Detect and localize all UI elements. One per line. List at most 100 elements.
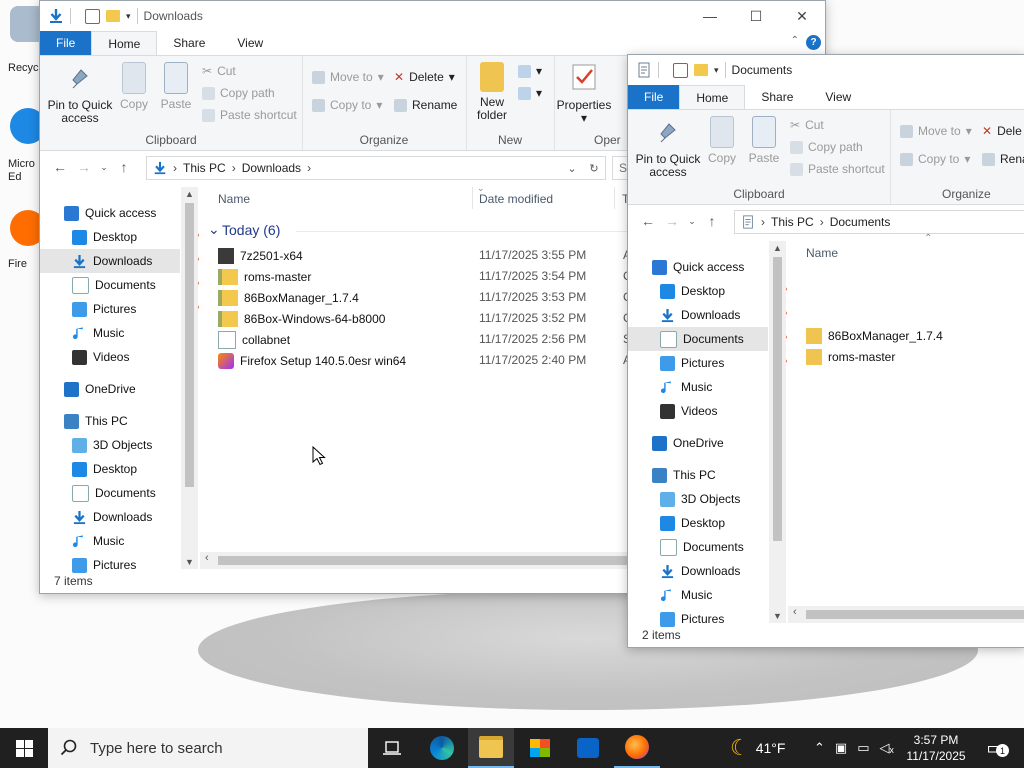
nav-item-music[interactable]: Music [40, 321, 180, 345]
task-view-button[interactable] [370, 728, 414, 768]
customize-dropdown-icon[interactable]: ▾ [714, 65, 719, 76]
scrollbar-thumb[interactable] [218, 556, 638, 565]
customize-dropdown-icon[interactable]: ▾ [126, 11, 131, 22]
nav-item-documents[interactable]: Documents📌 [40, 273, 200, 297]
paste-button[interactable]: Paste [156, 62, 196, 111]
nav-item-documents[interactable]: Documents [40, 481, 180, 505]
tab-share[interactable]: Share [745, 85, 809, 109]
nav-item-3d-objects[interactable]: 3D Objects [40, 433, 180, 457]
scroll-down-icon[interactable]: ▼ [769, 611, 786, 621]
copy-path-button[interactable]: Copy path [790, 140, 863, 154]
tab-file[interactable]: File [628, 85, 680, 109]
nav-item-desktop[interactable]: Desktop [40, 457, 180, 481]
file-row[interactable]: collabnet [218, 329, 290, 350]
taskbar-outlook[interactable] [566, 728, 610, 768]
nav-item-pictures[interactable]: Pictures📌 [628, 351, 788, 375]
nav-item-music[interactable]: Music [40, 529, 180, 553]
nav-item-music[interactable]: Music [628, 375, 768, 399]
scroll-up-icon[interactable]: ▲ [181, 189, 198, 199]
file-row[interactable]: roms-master [806, 346, 895, 367]
properties-check-icon[interactable] [673, 62, 688, 78]
title-bar[interactable]: ▾ Downloads — ☐ ✕ [40, 1, 825, 31]
file-row[interactable]: 7z2501-x64 [218, 245, 303, 266]
nav-item-downloads[interactable]: Downloads📌 [628, 303, 788, 327]
scroll-left-icon[interactable]: ‹ [793, 606, 797, 618]
delete-button[interactable]: ✕ Delete ▾ [394, 70, 455, 84]
collapse-ribbon-icon[interactable]: ⌃ [791, 35, 799, 46]
copy-path-button[interactable]: Copy path [202, 86, 275, 100]
group-toggle-icon[interactable]: ⌄ [208, 221, 220, 238]
up-button[interactable]: ↑ [112, 159, 136, 175]
new-item-button[interactable]: ▾ [518, 64, 542, 78]
cut-button[interactable]: ✂ Cut [790, 118, 824, 132]
paste-button[interactable]: Paste [744, 116, 784, 165]
nav-item-onedrive[interactable]: OneDrive [628, 431, 768, 455]
nav-item-onedrive[interactable]: OneDrive [40, 377, 180, 401]
copy-button[interactable]: Copy [704, 116, 740, 165]
nav-item-videos[interactable]: Videos [628, 399, 768, 423]
column-name[interactable]: Name [806, 246, 838, 260]
recent-locations-button[interactable]: ⌄ [96, 162, 112, 173]
tab-share[interactable]: Share [157, 31, 221, 55]
file-row[interactable]: Firefox Setup 140.5.0esr win64 [218, 350, 406, 371]
desktop-edge[interactable]: Micro Ed [0, 108, 46, 183]
navigation-scrollbar[interactable]: ▲ ▼ [181, 187, 198, 569]
nav-item-documents[interactable]: Documents📌 [628, 327, 788, 351]
new-folder-button[interactable]: New folder [474, 62, 510, 122]
column-date-modified[interactable]: Date modified [479, 192, 553, 206]
network-device-icon[interactable]: ▣ [835, 740, 847, 756]
pin-quick-access-button[interactable]: Pin to Quick access [46, 62, 114, 125]
taskbar-search-box[interactable]: Type here to search [48, 728, 368, 768]
scrollbar-thumb[interactable] [773, 257, 782, 541]
file-row[interactable]: 86Box-Windows-64-b8000 [218, 308, 385, 329]
breadcrumb-this-pc[interactable]: This PC [183, 161, 226, 175]
up-button[interactable]: ↑ [700, 213, 724, 229]
title-bar[interactable]: ▾ Documents [628, 55, 1024, 85]
nav-item-quick-access[interactable]: Quick access [40, 201, 180, 225]
scroll-left-icon[interactable]: ‹ [205, 552, 209, 564]
move-to-button[interactable]: Move to ▾ [900, 124, 972, 138]
tab-file[interactable]: File [40, 31, 92, 55]
nav-item-this-pc[interactable]: This PC [628, 463, 768, 487]
file-row[interactable]: roms-master [218, 266, 311, 287]
paste-shortcut-button[interactable]: Paste shortcut [790, 162, 885, 176]
new-folder-icon[interactable] [694, 64, 708, 76]
minimize-button[interactable]: — [687, 1, 733, 31]
documents-window[interactable]: ▾ Documents File Home Share View Pin to … [627, 54, 1024, 648]
clock[interactable]: 3:57 PM 11/17/2025 [904, 728, 968, 768]
nav-item-downloads[interactable]: Downloads📌 [40, 249, 200, 273]
cut-button[interactable]: ✂ Cut [202, 64, 236, 78]
nav-item-music[interactable]: Music [628, 583, 768, 607]
forward-button[interactable]: → [660, 213, 684, 229]
properties-button[interactable]: Properties ▾ [554, 62, 614, 125]
copy-to-button[interactable]: Copy to ▾ [312, 98, 382, 112]
back-button[interactable]: ← [48, 159, 72, 175]
address-dropdown-icon[interactable]: ⌄ [561, 162, 583, 175]
forward-button[interactable]: → [72, 159, 96, 175]
tab-home[interactable]: Home [679, 85, 746, 109]
rename-button[interactable]: Rena [982, 152, 1024, 166]
copy-button[interactable]: Copy [116, 62, 152, 111]
help-icon[interactable]: ? [806, 35, 821, 50]
nav-item-3d-objects[interactable]: 3D Objects [628, 487, 768, 511]
recent-locations-button[interactable]: ⌄ [684, 216, 700, 227]
maximize-button[interactable]: ☐ [733, 1, 779, 31]
address-bar[interactable]: › This PC › Downloads › ⌄ ↻ [146, 156, 606, 180]
scroll-down-icon[interactable]: ▼ [181, 557, 198, 567]
navigation-scrollbar[interactable]: ▲ ▼ [769, 241, 786, 623]
weather-widget[interactable]: ☾ 41°F [730, 728, 785, 768]
nav-item-downloads[interactable]: Downloads [628, 559, 768, 583]
new-folder-icon[interactable] [106, 10, 120, 22]
scroll-up-icon[interactable]: ▲ [769, 243, 786, 253]
scrollbar-thumb[interactable] [806, 610, 1024, 619]
taskbar-store[interactable] [518, 728, 562, 768]
breadcrumb-downloads[interactable]: Downloads [242, 161, 301, 175]
close-button[interactable]: ✕ [779, 1, 825, 31]
desktop-recycle-bin[interactable]: Recyc [0, 6, 46, 74]
delete-button[interactable]: ✕ Dele [982, 124, 1022, 138]
move-to-button[interactable]: Move to ▾ [312, 70, 384, 84]
horizontal-scrollbar[interactable]: ‹ [788, 606, 1024, 623]
refresh-icon[interactable]: ↻ [583, 162, 605, 175]
nav-item-quick-access[interactable]: Quick access [628, 255, 768, 279]
nav-item-desktop[interactable]: Desktop📌 [628, 279, 788, 303]
